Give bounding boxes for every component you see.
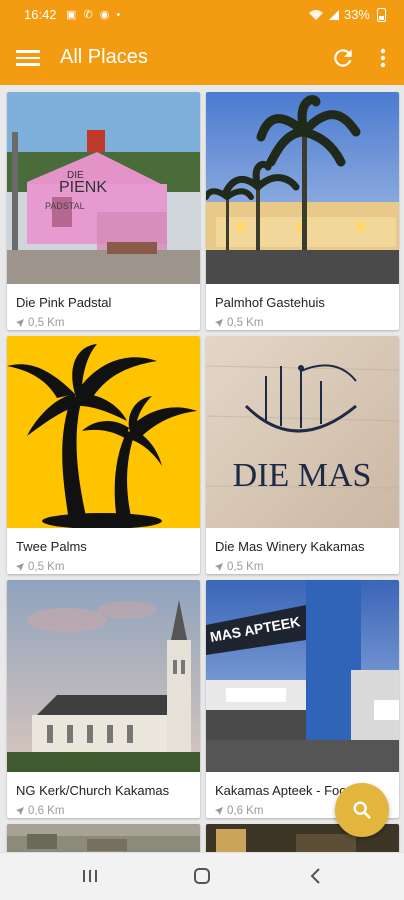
place-image [7,336,200,528]
more-options-icon[interactable] [374,45,392,71]
signal-icon [328,9,339,20]
page-title: All Places [60,46,148,68]
search-icon [353,801,371,819]
battery-icon [377,7,386,22]
status-bar: 16:42 ▣ ✆ ◉ • 33% [0,0,404,31]
hamburger-menu-icon[interactable] [16,47,40,69]
place-name: NG Kerk/Church Kakamas [16,783,170,798]
place-card[interactable]: DIE PIENK PADSTAL Die Pink Padstal 0,5 K… [7,92,200,330]
place-image [206,92,399,284]
place-card[interactable] [7,824,200,852]
wifi-icon [308,9,323,20]
place-distance: 0,5 Km [215,561,263,573]
place-image [7,824,200,852]
place-distance: 0,5 Km [16,317,64,329]
sign-text-padstal: PADSTAL [45,201,85,211]
distance-value: 0,6 Km [28,805,65,817]
status-time: 16:42 [24,7,57,22]
navigation-arrow-icon [16,319,24,327]
app-bar: All Places [0,31,404,85]
refresh-icon[interactable] [330,45,356,71]
distance-value: 0,5 Km [28,317,65,329]
place-name: Palmhof Gastehuis [215,295,325,310]
status-right: 33% [308,7,386,22]
back-icon[interactable] [307,867,325,885]
place-image: DIE MAS [206,336,399,528]
place-distance: 0,6 Km [215,805,263,817]
navigation-arrow-icon [215,563,223,571]
place-name: Kakamas Apteek - Food [215,783,354,798]
navigation-arrow-icon [215,319,223,327]
place-image: DIE PIENK PADSTAL [7,92,200,284]
distance-value: 0,5 Km [227,561,264,573]
distance-value: 0,5 Km [227,317,264,329]
place-distance: 0,5 Km [16,561,64,573]
battery-percent: 33% [343,7,370,22]
distance-value: 0,6 Km [227,805,264,817]
place-card[interactable]: MAS APTEEK Kakamas Apteek - Food 0,6 Km [206,580,399,818]
distance-value: 0,5 Km [28,561,65,573]
logo-text: DIE MAS [233,457,372,494]
place-name: Die Mas Winery Kakamas [215,539,365,554]
place-image [7,580,200,772]
place-card[interactable]: NG Kerk/Church Kakamas 0,6 Km [7,580,200,818]
navigation-arrow-icon [16,807,24,815]
place-name: Twee Palms [16,539,87,554]
places-grid: DIE PIENK PADSTAL Die Pink Padstal 0,5 K… [0,85,404,852]
sign-text-pienk: PIENK [59,179,107,196]
place-card[interactable]: Twee Palms 0,5 Km [7,336,200,574]
place-card[interactable]: Palmhof Gastehuis 0,5 Km [206,92,399,330]
place-distance: 0,6 Km [16,805,64,817]
home-icon[interactable] [193,867,211,885]
notification-icons: ▣ ✆ ◉ • [66,9,123,21]
navigation-arrow-icon [16,563,24,571]
search-fab-button[interactable] [335,783,389,837]
place-distance: 0,5 Km [215,317,263,329]
system-nav-bar [0,852,404,900]
place-name: Die Pink Padstal [16,295,112,310]
navigation-arrow-icon [215,807,223,815]
place-card[interactable]: DIE MAS Die Mas Winery Kakamas 0,5 Km [206,336,399,574]
place-image: MAS APTEEK [206,580,399,772]
recent-apps-icon[interactable] [81,867,99,885]
